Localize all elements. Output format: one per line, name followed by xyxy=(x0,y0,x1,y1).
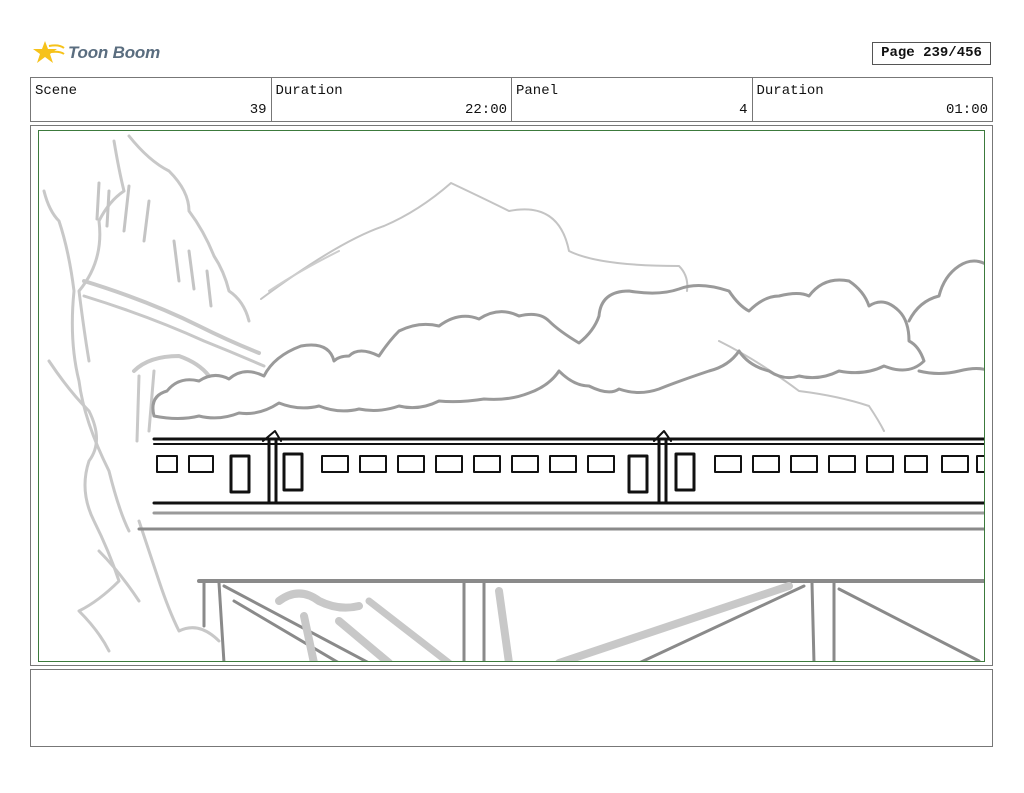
panel-notes-box[interactable] xyxy=(30,669,993,747)
mountain-outline xyxy=(260,182,689,300)
scene-info-table: Scene 39 Duration 22:00 Panel 4 Duration… xyxy=(30,77,993,122)
scene-duration-cell: Duration 22:00 xyxy=(272,78,512,121)
toon-boom-star-icon xyxy=(33,41,65,63)
panel-duration-label: Duration xyxy=(756,83,824,99)
logo-text: Toon Boom xyxy=(68,43,160,62)
scene-duration-value: 22:00 xyxy=(464,102,507,118)
train-on-bridge-sketch xyxy=(42,134,984,661)
panel-cell: Panel 4 xyxy=(512,78,753,121)
panel-duration-value: 01:00 xyxy=(945,102,988,118)
panel-drawing-area[interactable] xyxy=(38,130,985,662)
panel-value: 4 xyxy=(739,102,748,118)
panel-label: Panel xyxy=(516,83,559,99)
scene-duration-label: Duration xyxy=(275,83,343,99)
panel-duration-cell: Duration 01:00 xyxy=(753,78,993,121)
scene-cell: Scene 39 xyxy=(31,78,272,121)
page-indicator: Page 239/456 xyxy=(872,42,991,65)
toon-boom-logo: Toon Boom xyxy=(33,36,160,70)
scene-label: Scene xyxy=(35,83,78,99)
smoke-cloud xyxy=(151,278,926,420)
storyboard-panel xyxy=(30,125,993,666)
scene-value: 39 xyxy=(249,102,267,118)
